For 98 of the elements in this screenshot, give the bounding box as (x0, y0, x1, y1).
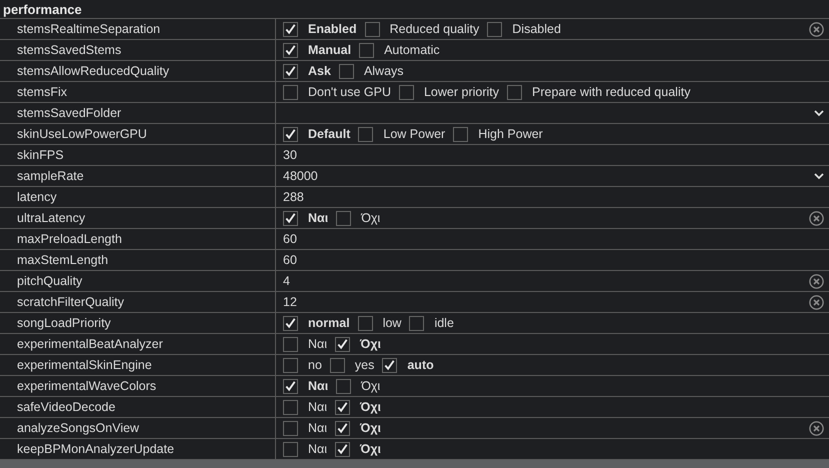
option-label: Όχι (361, 211, 380, 225)
checkbox[interactable] (283, 378, 298, 394)
setting-name: analyzeSongsOnView (17, 421, 140, 435)
option-label: Disabled (512, 22, 561, 36)
checkbox[interactable] (453, 126, 468, 142)
clear-icon[interactable] (809, 22, 824, 36)
option-label: Όχι (360, 442, 382, 456)
checkbox[interactable] (398, 84, 414, 100)
option-label: idle (434, 316, 454, 330)
setting-name: maxPreloadLength (17, 232, 122, 246)
checkbox[interactable] (283, 336, 298, 352)
option-label: Ναι (308, 337, 328, 351)
checkbox[interactable] (409, 316, 424, 330)
option-label: Ναι (308, 400, 328, 414)
setting-name: pitchQuality (17, 274, 82, 288)
checkbox[interactable] (336, 378, 352, 394)
option-label: Default (308, 127, 350, 141)
option-label: High Power (478, 127, 543, 141)
option-label: Ναι (308, 442, 328, 456)
checkbox[interactable] (283, 420, 298, 436)
clear-icon[interactable] (809, 420, 824, 436)
option-label: Enabled (308, 22, 357, 36)
option-label: yes (354, 358, 374, 372)
checkbox[interactable] (364, 22, 380, 36)
option-label: Reduced quality (390, 22, 480, 36)
checkbox[interactable] (382, 358, 398, 372)
checkbox[interactable] (336, 210, 352, 226)
value-text: 4 (283, 274, 290, 288)
checkbox[interactable] (338, 64, 354, 78)
checkbox[interactable] (359, 42, 374, 58)
option-label: Manual (308, 43, 352, 57)
setting-name: stemsSavedFolder (17, 106, 122, 120)
setting-name: experimentalWaveColors (17, 379, 156, 393)
setting-name: experimentalBeatAnalyzer (17, 337, 163, 351)
checkbox[interactable] (283, 22, 298, 36)
chevron-down-icon[interactable] (814, 110, 824, 116)
option-label: Ναι (308, 379, 328, 393)
checkbox[interactable] (358, 316, 373, 330)
setting-name: stemsFix (17, 85, 67, 99)
value-text: 60 (283, 232, 297, 246)
checkbox[interactable] (283, 316, 298, 330)
setting-name: stemsSavedStems (17, 43, 122, 57)
setting-name: maxStemLength (17, 253, 108, 267)
checkbox[interactable] (335, 420, 350, 436)
checkbox[interactable] (335, 400, 350, 414)
checkbox[interactable] (335, 336, 350, 352)
setting-name: stemsAllowReducedQuality (17, 64, 170, 78)
option-label: Always (364, 64, 404, 78)
setting-name: safeVideoDecode (17, 400, 116, 414)
clear-icon[interactable] (809, 294, 824, 310)
checkbox[interactable] (487, 22, 502, 36)
checkbox[interactable] (335, 442, 350, 456)
checkbox[interactable] (283, 442, 298, 456)
section-title: performance (3, 2, 82, 16)
checkbox[interactable] (358, 126, 374, 142)
checkbox[interactable] (283, 210, 298, 226)
value-text: 60 (283, 253, 297, 267)
setting-name: keepBPMonAnalyzerUpdate (17, 442, 174, 456)
option-label: Lower priority (424, 85, 500, 99)
setting-name: skinUseLowPowerGPU (17, 127, 147, 141)
option-label: Don't use GPU (308, 85, 391, 99)
checkbox[interactable] (283, 84, 298, 100)
setting-name: songLoadPriority (17, 316, 111, 330)
setting-name: latency (17, 190, 57, 204)
checkbox[interactable] (283, 400, 298, 414)
option-label: Ναι (308, 421, 328, 435)
setting-name: stemsRealtimeSeparation (17, 22, 160, 36)
option-label: normal (308, 316, 350, 330)
option-label: no (308, 358, 322, 372)
value-text: 288 (283, 190, 304, 204)
option-label: Όχι (360, 421, 382, 435)
option-label: Όχι (361, 379, 380, 393)
setting-name: ultraLatency (17, 211, 86, 225)
checkbox[interactable] (283, 64, 298, 78)
setting-name: scratchFilterQuality (17, 295, 124, 309)
option-label: Όχι (360, 337, 382, 351)
dropdown-value: 48000 (283, 169, 318, 183)
option-label: Όχι (360, 400, 382, 414)
option-label: low (382, 316, 402, 330)
option-label: Automatic (384, 43, 440, 57)
clear-icon[interactable] (809, 274, 824, 288)
option-label: Low Power (383, 127, 446, 141)
checkbox[interactable] (507, 84, 522, 100)
option-label: Prepare with reduced quality (532, 85, 690, 99)
option-label: Ναι (308, 211, 328, 225)
checkbox[interactable] (330, 358, 345, 372)
value-text: 12 (283, 295, 297, 309)
clear-icon[interactable] (809, 210, 824, 226)
checkbox[interactable] (283, 358, 298, 372)
value-text: 30 (283, 148, 297, 162)
checkbox[interactable] (283, 42, 298, 58)
chevron-down-icon[interactable] (814, 172, 824, 180)
option-label: Ask (308, 64, 331, 78)
setting-name: experimentalSkinEngine (17, 358, 152, 372)
setting-name: sampleRate (17, 169, 84, 183)
setting-name: skinFPS (17, 148, 64, 162)
checkbox[interactable] (283, 126, 298, 142)
option-label: auto (407, 358, 434, 372)
